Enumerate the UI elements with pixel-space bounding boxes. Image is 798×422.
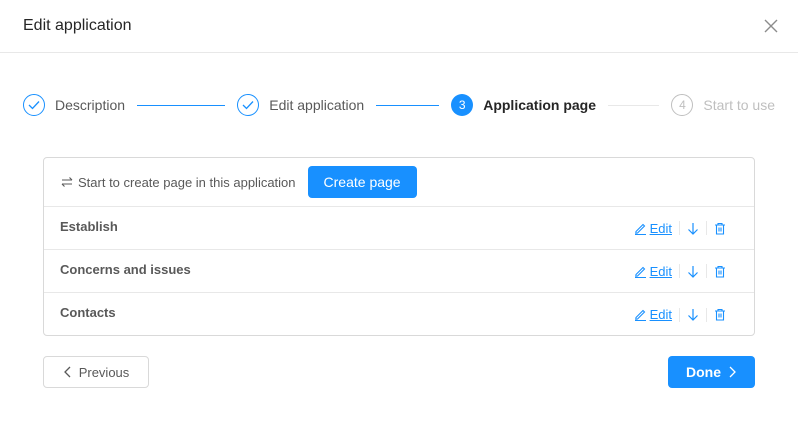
delete-icon	[715, 265, 725, 278]
edit-application-dialog: Edit application Description Edit applic…	[0, 0, 798, 422]
arrow-down-icon	[688, 309, 698, 321]
create-page-hint: Start to create page in this application	[78, 174, 296, 190]
step-connector	[376, 104, 440, 106]
divider	[679, 307, 680, 322]
edit-icon	[634, 266, 646, 278]
edit-button[interactable]: Edit	[634, 307, 672, 322]
delete-button[interactable]	[714, 308, 726, 321]
divider	[679, 221, 680, 235]
step-label: Application page	[483, 97, 597, 113]
edit-label: Edit	[649, 307, 672, 322]
move-down-button[interactable]	[687, 265, 699, 278]
move-down-button[interactable]	[687, 222, 699, 235]
delete-icon	[715, 308, 725, 321]
page-name: Establish	[60, 218, 118, 234]
divider	[706, 221, 707, 235]
list-item: Contacts Edit	[44, 293, 754, 335]
pages-panel: Start to create page in this application…	[43, 157, 755, 336]
step-label: Start to use	[703, 97, 775, 113]
step-label: Description	[55, 97, 126, 113]
delete-icon	[715, 222, 725, 235]
edit-button[interactable]: Edit	[634, 264, 672, 279]
divider	[679, 264, 680, 278]
step-4-number: 4	[671, 94, 694, 116]
panel-header: Start to create page in this application…	[44, 158, 754, 207]
edit-label: Edit	[649, 263, 672, 279]
list-item: Establish Edit	[44, 207, 754, 250]
edit-icon	[634, 309, 646, 321]
move-down-button[interactable]	[687, 308, 699, 321]
done-label: Done	[686, 364, 721, 380]
close-icon	[764, 19, 778, 33]
delete-button[interactable]	[714, 222, 726, 235]
divider	[706, 264, 707, 278]
row-actions: Edit	[634, 221, 726, 236]
chevron-right-icon	[729, 366, 736, 378]
step-1-status	[23, 94, 45, 116]
step-application-page[interactable]: 3 Application page	[451, 94, 596, 116]
row-actions: Edit	[634, 307, 726, 322]
chevron-left-icon	[63, 366, 71, 378]
previous-label: Previous	[78, 364, 130, 380]
edit-icon	[634, 223, 646, 235]
list-item: Concerns and issues Edit	[44, 250, 754, 293]
close-button[interactable]	[762, 17, 780, 35]
page-name: Contacts	[60, 305, 116, 320]
step-3-number: 3	[451, 94, 474, 116]
delete-button[interactable]	[714, 265, 726, 278]
step-connector	[137, 104, 226, 106]
check-icon	[28, 101, 40, 110]
step-description[interactable]: Description	[23, 94, 125, 116]
row-actions: Edit	[634, 264, 726, 279]
dialog-title: Edit application	[23, 17, 132, 34]
arrow-down-icon	[688, 265, 698, 278]
step-connector	[608, 104, 660, 106]
dialog-header: Edit application	[0, 0, 798, 53]
swap-icon	[61, 176, 73, 188]
check-icon	[242, 101, 254, 110]
arrow-down-icon	[688, 222, 698, 235]
create-page-button[interactable]: Create page	[307, 166, 417, 198]
edit-label: Edit	[649, 220, 672, 236]
edit-button[interactable]: Edit	[634, 221, 672, 236]
previous-button[interactable]: Previous	[43, 356, 149, 388]
step-start-to-use[interactable]: 4 Start to use	[671, 94, 775, 116]
steps-bar: Description Edit application 3 Applicati…	[23, 93, 775, 117]
page-name: Concerns and issues	[60, 261, 191, 277]
divider	[706, 307, 707, 322]
done-button[interactable]: Done	[668, 356, 755, 388]
step-2-status	[237, 94, 260, 116]
step-edit-application[interactable]: Edit application	[237, 94, 364, 116]
step-label: Edit application	[269, 97, 365, 113]
